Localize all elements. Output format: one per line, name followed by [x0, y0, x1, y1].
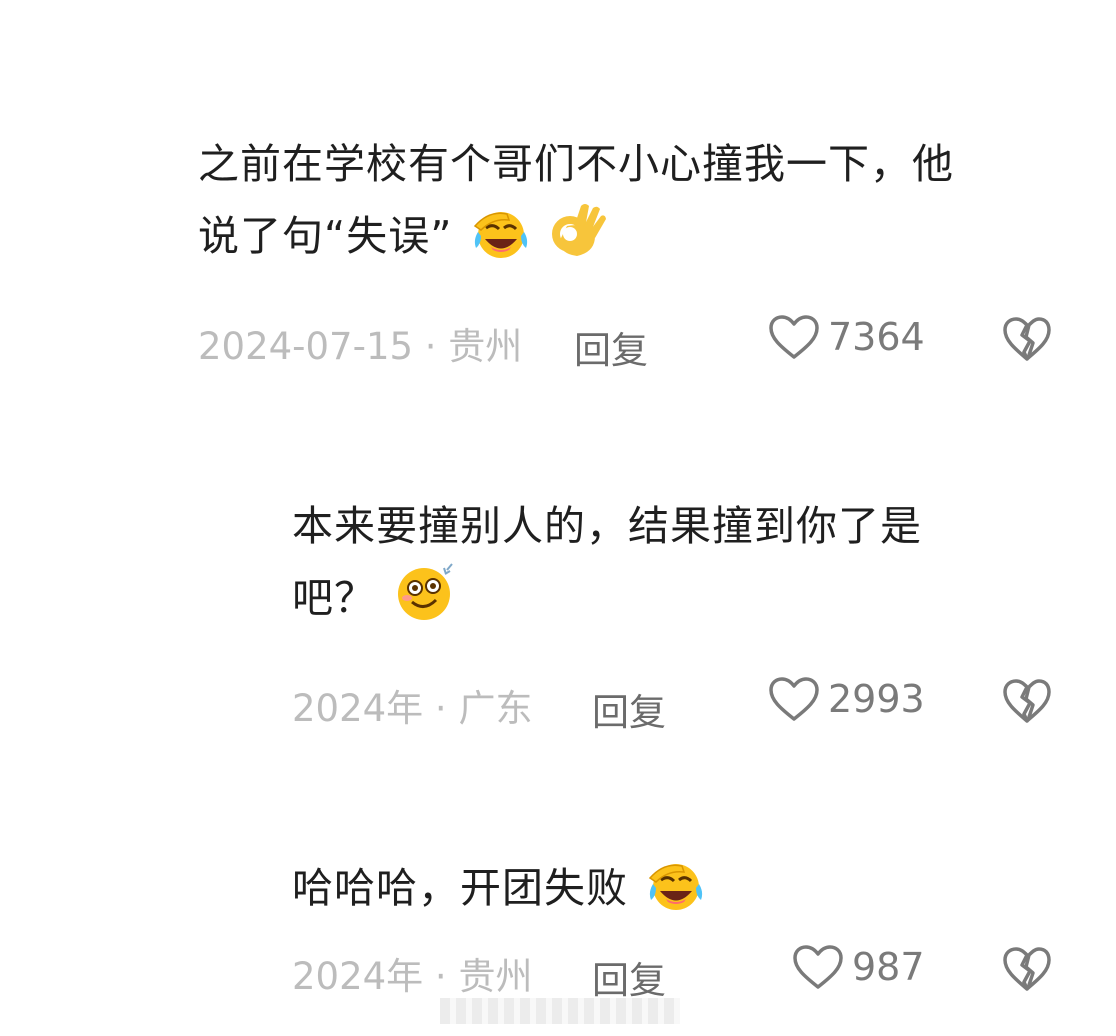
reply-button[interactable]: 回复 — [592, 950, 666, 1004]
heart-outline-icon — [793, 945, 843, 989]
comment-date-location: 2024年 · 广东 — [292, 687, 533, 730]
broken-heart-icon — [1003, 679, 1051, 723]
comment-line-2: 说了句“失误” — [198, 200, 1078, 282]
comment-meta: 2024年 · 贵州 — [292, 948, 532, 998]
like-count: 987 — [852, 945, 925, 989]
dizzy-face-emoji-icon — [392, 562, 458, 644]
laughing-face-emoji-icon — [469, 206, 531, 282]
reply-button[interactable]: 回复 — [574, 320, 648, 374]
like-button[interactable]: 7364 — [768, 314, 925, 360]
comment-1: 之前在学校有个哥们不小心撞我一下，他 说了句“失误” 2024-07-15 · … — [198, 128, 1078, 372]
comment-date-location: 2024年 · 贵州 — [292, 955, 533, 998]
comment-meta: 2024年 · 广东 — [292, 680, 532, 730]
broken-heart-icon — [1003, 317, 1051, 361]
dislike-button[interactable] — [1002, 316, 1052, 366]
comment-meta: 2024-07-15 · 贵州 — [198, 318, 522, 368]
ok-hand-emoji-icon — [547, 202, 607, 282]
comment-text: 哈哈哈，开团失败 — [292, 852, 1072, 934]
comment-line-2: 吧？ — [292, 562, 1072, 644]
laughing-face-emoji-icon — [644, 858, 706, 934]
heart-outline-icon — [769, 677, 819, 721]
reply-button[interactable]: 回复 — [592, 682, 666, 736]
reply-comment-1: 本来要撞别人的，结果撞到你了是 吧？ 2024年 · 广东 回复 2993 — [292, 490, 1072, 734]
like-count: 2993 — [828, 677, 925, 721]
like-button[interactable]: 987 — [792, 944, 925, 990]
reply-comment-2: 哈哈哈，开团失败 2024年 · 贵州 回复 987 — [292, 852, 1072, 1002]
dislike-button[interactable] — [1002, 678, 1052, 728]
heart-outline-icon — [769, 315, 819, 359]
like-button[interactable]: 2993 — [768, 676, 925, 722]
watermark — [440, 998, 680, 1024]
broken-heart-icon — [1003, 947, 1051, 991]
comment-date-location: 2024-07-15 · 贵州 — [198, 325, 523, 368]
comment-text: 之前在学校有个哥们不小心撞我一下，他 说了句“失误” — [198, 128, 1078, 282]
comment-text: 本来要撞别人的，结果撞到你了是 吧？ — [292, 490, 1072, 644]
dislike-button[interactable] — [1002, 946, 1052, 996]
comment-line-1: 本来要撞别人的，结果撞到你了是 — [292, 502, 922, 550]
comment-line-1: 之前在学校有个哥们不小心撞我一下，他 — [198, 140, 954, 188]
like-count: 7364 — [828, 315, 925, 359]
comment-line-1: 哈哈哈，开团失败 — [292, 852, 1072, 934]
